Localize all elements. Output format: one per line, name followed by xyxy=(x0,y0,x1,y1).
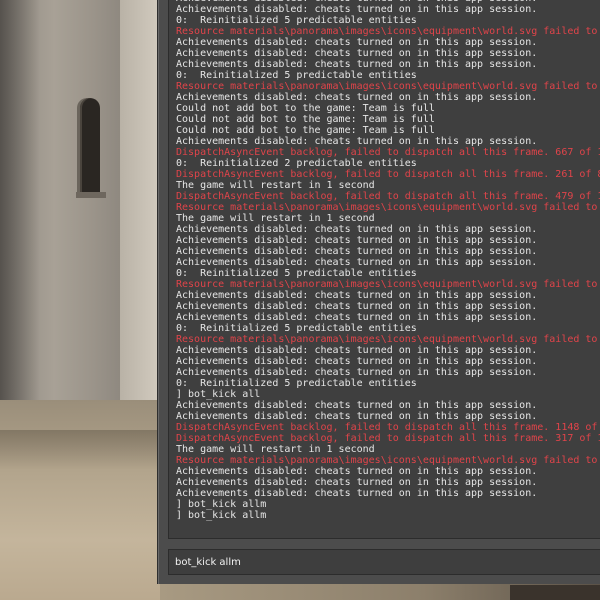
console-input-box[interactable] xyxy=(168,549,600,575)
console-log-line: Achievements disabled: cheats turned on … xyxy=(176,411,538,422)
console-log-lines: Achievements disabled: cheats turned on … xyxy=(176,0,600,521)
console-log-line: Achievements disabled: cheats turned on … xyxy=(176,37,538,48)
console-log-line: ] bot_kick all xyxy=(176,389,261,400)
background-ground-shadow xyxy=(0,430,160,470)
console-error-line: DispatchAsyncEvent backlog, failed to di… xyxy=(176,433,600,444)
console-log-line: Achievements disabled: cheats turned on … xyxy=(176,400,538,411)
console-log-line: Achievements disabled: cheats turned on … xyxy=(176,235,538,246)
console-log-line: Could not add bot to the game: Team is f… xyxy=(176,114,435,125)
console-log-line: The game will restart in 1 second xyxy=(176,213,375,224)
console-log-line: Achievements disabled: cheats turned on … xyxy=(176,59,538,70)
developer-console[interactable]: Achievements disabled: cheats turned on … xyxy=(158,0,600,584)
console-log-line: Achievements disabled: cheats turned on … xyxy=(176,356,538,367)
console-log-line: 0: Reinitialized 5 predictable entities xyxy=(176,323,417,334)
console-log-line: 0: Reinitialized 5 predictable entities xyxy=(176,70,417,81)
console-log-line: Achievements disabled: cheats turned on … xyxy=(176,466,538,477)
console-log-line: Achievements disabled: cheats turned on … xyxy=(176,312,538,323)
console-log-line: Achievements disabled: cheats turned on … xyxy=(176,4,538,15)
console-error-line: Resource materials\panorama\images\icons… xyxy=(176,26,598,37)
console-log-line: Achievements disabled: cheats turned on … xyxy=(176,224,538,235)
console-command-input[interactable] xyxy=(169,550,600,574)
console-error-line: DispatchAsyncEvent backlog, failed to di… xyxy=(176,169,600,180)
background-wall-shadow xyxy=(0,0,40,440)
console-log-line: Achievements disabled: cheats turned on … xyxy=(176,92,538,103)
console-log-line: Achievements disabled: cheats turned on … xyxy=(176,477,538,488)
console-log-line: Achievements disabled: cheats turned on … xyxy=(176,301,538,312)
game-screen: Achievements disabled: cheats turned on … xyxy=(0,0,600,600)
console-log-line: ] bot_kick allm xyxy=(176,499,267,510)
console-error-line: DispatchAsyncEvent backlog, failed to di… xyxy=(176,191,600,202)
console-log-line: The game will restart in 1 second xyxy=(176,180,375,191)
console-log-line: 0: Reinitialized 2 predictable entities xyxy=(176,158,417,169)
console-error-line: Resource materials\panorama\images\icons… xyxy=(176,81,598,92)
background-wall-lit xyxy=(120,0,160,440)
console-log[interactable]: Achievements disabled: cheats turned on … xyxy=(168,0,600,539)
console-error-line: DispatchAsyncEvent backlog, failed to di… xyxy=(176,147,600,158)
console-log-line: Could not add bot to the game: Team is f… xyxy=(176,103,435,114)
background-window xyxy=(80,98,100,196)
console-error-line: Resource materials\panorama\images\icons… xyxy=(176,279,598,290)
console-log-line: Achievements disabled: cheats turned on … xyxy=(176,246,538,257)
console-log-line: Achievements disabled: cheats turned on … xyxy=(176,345,538,356)
console-log-line: 0: Reinitialized 5 predictable entities xyxy=(176,15,417,26)
console-log-line: ] bot_kick allm xyxy=(176,510,267,521)
console-error-line: Resource materials\panorama\images\icons… xyxy=(176,334,598,345)
console-error-line: Resource materials\panorama\images\icons… xyxy=(176,202,598,213)
console-log-line: Achievements disabled: cheats turned on … xyxy=(176,488,538,499)
console-log-line: 0: Reinitialized 5 predictable entities xyxy=(176,268,417,279)
console-log-line: 0: Reinitialized 5 predictable entities xyxy=(176,378,417,389)
console-error-line: DispatchAsyncEvent backlog, failed to di… xyxy=(176,422,598,433)
console-log-line: Achievements disabled: cheats turned on … xyxy=(176,136,538,147)
background-floor-dark xyxy=(510,585,600,600)
console-log-line: The game will restart in 1 second xyxy=(176,444,375,455)
console-log-line: Could not add bot to the game: Team is f… xyxy=(176,125,435,136)
console-log-line: Achievements disabled: cheats turned on … xyxy=(176,257,538,268)
console-log-line: Achievements disabled: cheats turned on … xyxy=(176,290,538,301)
console-error-line: Resource materials\panorama\images\icons… xyxy=(176,455,598,466)
background-window-sill xyxy=(76,192,106,198)
console-log-line: Achievements disabled: cheats turned on … xyxy=(176,48,538,59)
console-log-line: Achievements disabled: cheats turned on … xyxy=(176,367,538,378)
